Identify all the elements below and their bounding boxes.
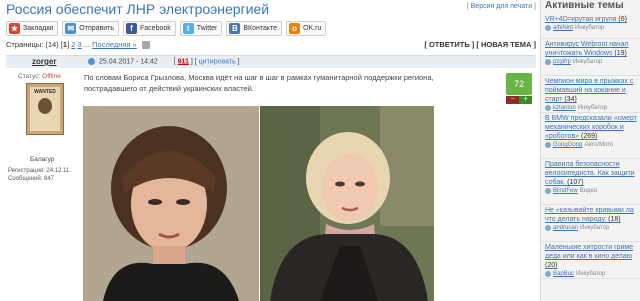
message-count: Сообщений: 847 — [8, 176, 55, 182]
user-icon — [545, 271, 551, 277]
pagination: Страницы: (14) [1] 2 3 ... Последняя » — [6, 40, 150, 50]
topic-link[interactable]: Не «казывайте кривыми ла что делать наро… — [545, 206, 640, 224]
post-date: 25.04.2017 - 14:42 — [99, 58, 158, 66]
user-stats: Регистрация: 24.12.11 Сообщений: 847 — [8, 167, 69, 183]
list-item: Чемпион мира в прыжках с поймавший на ко… — [541, 76, 640, 113]
new-topic-button[interactable]: [ НОВАЯ ТЕМА ] — [476, 40, 536, 49]
topic-link[interactable]: VR+4D=крутая игруля (6) — [545, 15, 640, 24]
list-item: Не «казывайте кривыми ла что делать наро… — [541, 205, 640, 242]
post-body: По словам Бориса Грызлова, Москва идёт н… — [84, 73, 434, 93]
topic-actions: [ ОТВЕТИТЬ ] [ НОВАЯ ТЕМА ] — [424, 40, 536, 49]
rating-score: 72 — [506, 73, 532, 95]
topic-main: Россия обеспечит ЛНР электроэнергией [ В… — [0, 0, 540, 301]
quote-link[interactable]: цитировать — [199, 58, 236, 65]
active-topics-sidebar: Активные темы VR+4D=крутая игруля (6) al… — [540, 0, 640, 301]
title-row: Россия обеспечит ЛНР электроэнергией [ В… — [0, 0, 540, 18]
post-photo-right — [260, 106, 434, 301]
avatar-face — [38, 98, 52, 114]
page-title: Россия обеспечит ЛНР электроэнергией — [6, 1, 270, 17]
send-icon: ✉ — [65, 23, 77, 34]
vkontakte-icon: B — [229, 23, 241, 34]
list-item: Маленькие хитрости гриме деда или как в … — [541, 242, 640, 279]
topic-link[interactable]: В BMW предсказали «смерт механических ко… — [545, 114, 640, 141]
portrait-woman-blonde — [260, 106, 434, 301]
last-page-link[interactable]: Последняя » — [92, 40, 137, 49]
topic-meta: BlindFew Видео — [545, 188, 640, 194]
user-icon — [545, 142, 551, 148]
topic-meta: pzgifrp Инкубатор — [545, 59, 640, 65]
topic-meta: BapBuc Инкубатор — [545, 271, 640, 277]
odnoklassniki-button[interactable]: o OK.ru — [286, 21, 327, 36]
user-icon — [545, 188, 551, 194]
user-info: Статус: Offline WANTED Балагур Регистрац… — [6, 68, 72, 301]
vkontakte-button[interactable]: B ВКонтакте — [226, 21, 283, 36]
post-author[interactable]: zorger — [32, 57, 56, 66]
topic-meta: alhiNint Инкубатор — [545, 25, 640, 31]
user-icon — [545, 59, 551, 65]
print-version: [ Версия для печати ] — [466, 3, 536, 10]
topic-link[interactable]: Правила безопасности велосипедиста. Как … — [545, 160, 640, 187]
avatar[interactable]: WANTED — [26, 83, 64, 135]
page-link-2[interactable]: 2 — [71, 40, 75, 49]
user-icon — [545, 225, 551, 231]
post-rating: 72 − + — [506, 73, 532, 105]
pagination-row: Страницы: (14) [1] 2 3 ... Последняя » [… — [6, 40, 536, 52]
twitter-icon: t — [182, 23, 194, 34]
rss-icon[interactable] — [141, 41, 150, 50]
user-status: Статус: Offline — [18, 73, 61, 80]
user-icon — [545, 105, 551, 111]
list-item: Антивирус Webroot начал уничтожать Windo… — [541, 39, 640, 76]
post-pointer-icon — [88, 58, 95, 65]
bookmark-icon: ★ — [9, 23, 20, 34]
user-icon — [545, 25, 551, 31]
post-meta: 25.04.2017 - 14:42 [ 911 ] [ цитировать … — [88, 58, 240, 65]
wanted-poster: WANTED — [30, 87, 60, 131]
rating-plus-button[interactable]: + — [519, 96, 532, 104]
active-topics-list: VR+4D=крутая игруля (6) alhiNint Инкубато… — [541, 14, 640, 279]
topic-link[interactable]: Антивирус Webroot начал уничтожать Windo… — [545, 40, 640, 58]
list-item: Правила безопасности велосипедиста. Как … — [541, 159, 640, 205]
topic-meta: andrucan Инкубатор — [545, 225, 640, 231]
page-link-3[interactable]: 3 — [78, 40, 82, 49]
registration-date: Регистрация: 24.12.11 — [8, 168, 70, 174]
list-item: VR+4D=крутая игруля (6) alhiNint Инкубато… — [541, 14, 640, 39]
post-header: zorger 25.04.2017 - 14:42 [ 911 ] [ цити… — [6, 55, 536, 68]
rating-minus-button[interactable]: − — [506, 96, 519, 104]
topic-link[interactable]: Маленькие хитрости гриме деда или как в … — [545, 243, 640, 270]
share-toolbar: ★ Закладки ✉ Отправить f Facebook t Twit… — [6, 21, 327, 36]
topic-link[interactable]: Чемпион мира в прыжках с поймавший на ко… — [545, 77, 640, 104]
odnoklassniki-icon: o — [289, 23, 301, 34]
sidebar-title: Активные темы — [545, 0, 624, 11]
twitter-button[interactable]: t Twitter — [179, 21, 223, 36]
topic-meta: GongGong Авто/Мото — [545, 142, 640, 148]
user-rank: Балагур — [30, 156, 55, 163]
facebook-button[interactable]: f Facebook — [123, 21, 176, 36]
facebook-icon: f — [126, 23, 138, 34]
list-item: В BMW предсказали «смерт механических ко… — [541, 113, 640, 159]
post-number[interactable]: 911 — [178, 58, 189, 65]
portrait-woman-dark-hair — [83, 106, 259, 301]
topic-meta: kztanton Инкубатор — [545, 105, 640, 111]
print-version-link[interactable]: Версия для печати — [471, 3, 532, 10]
post-photo-left — [83, 106, 259, 301]
send-button[interactable]: ✉ Отправить — [62, 21, 120, 36]
reply-button[interactable]: [ ОТВЕТИТЬ ] — [424, 40, 474, 49]
bookmarks-button[interactable]: ★ Закладки — [6, 21, 59, 36]
